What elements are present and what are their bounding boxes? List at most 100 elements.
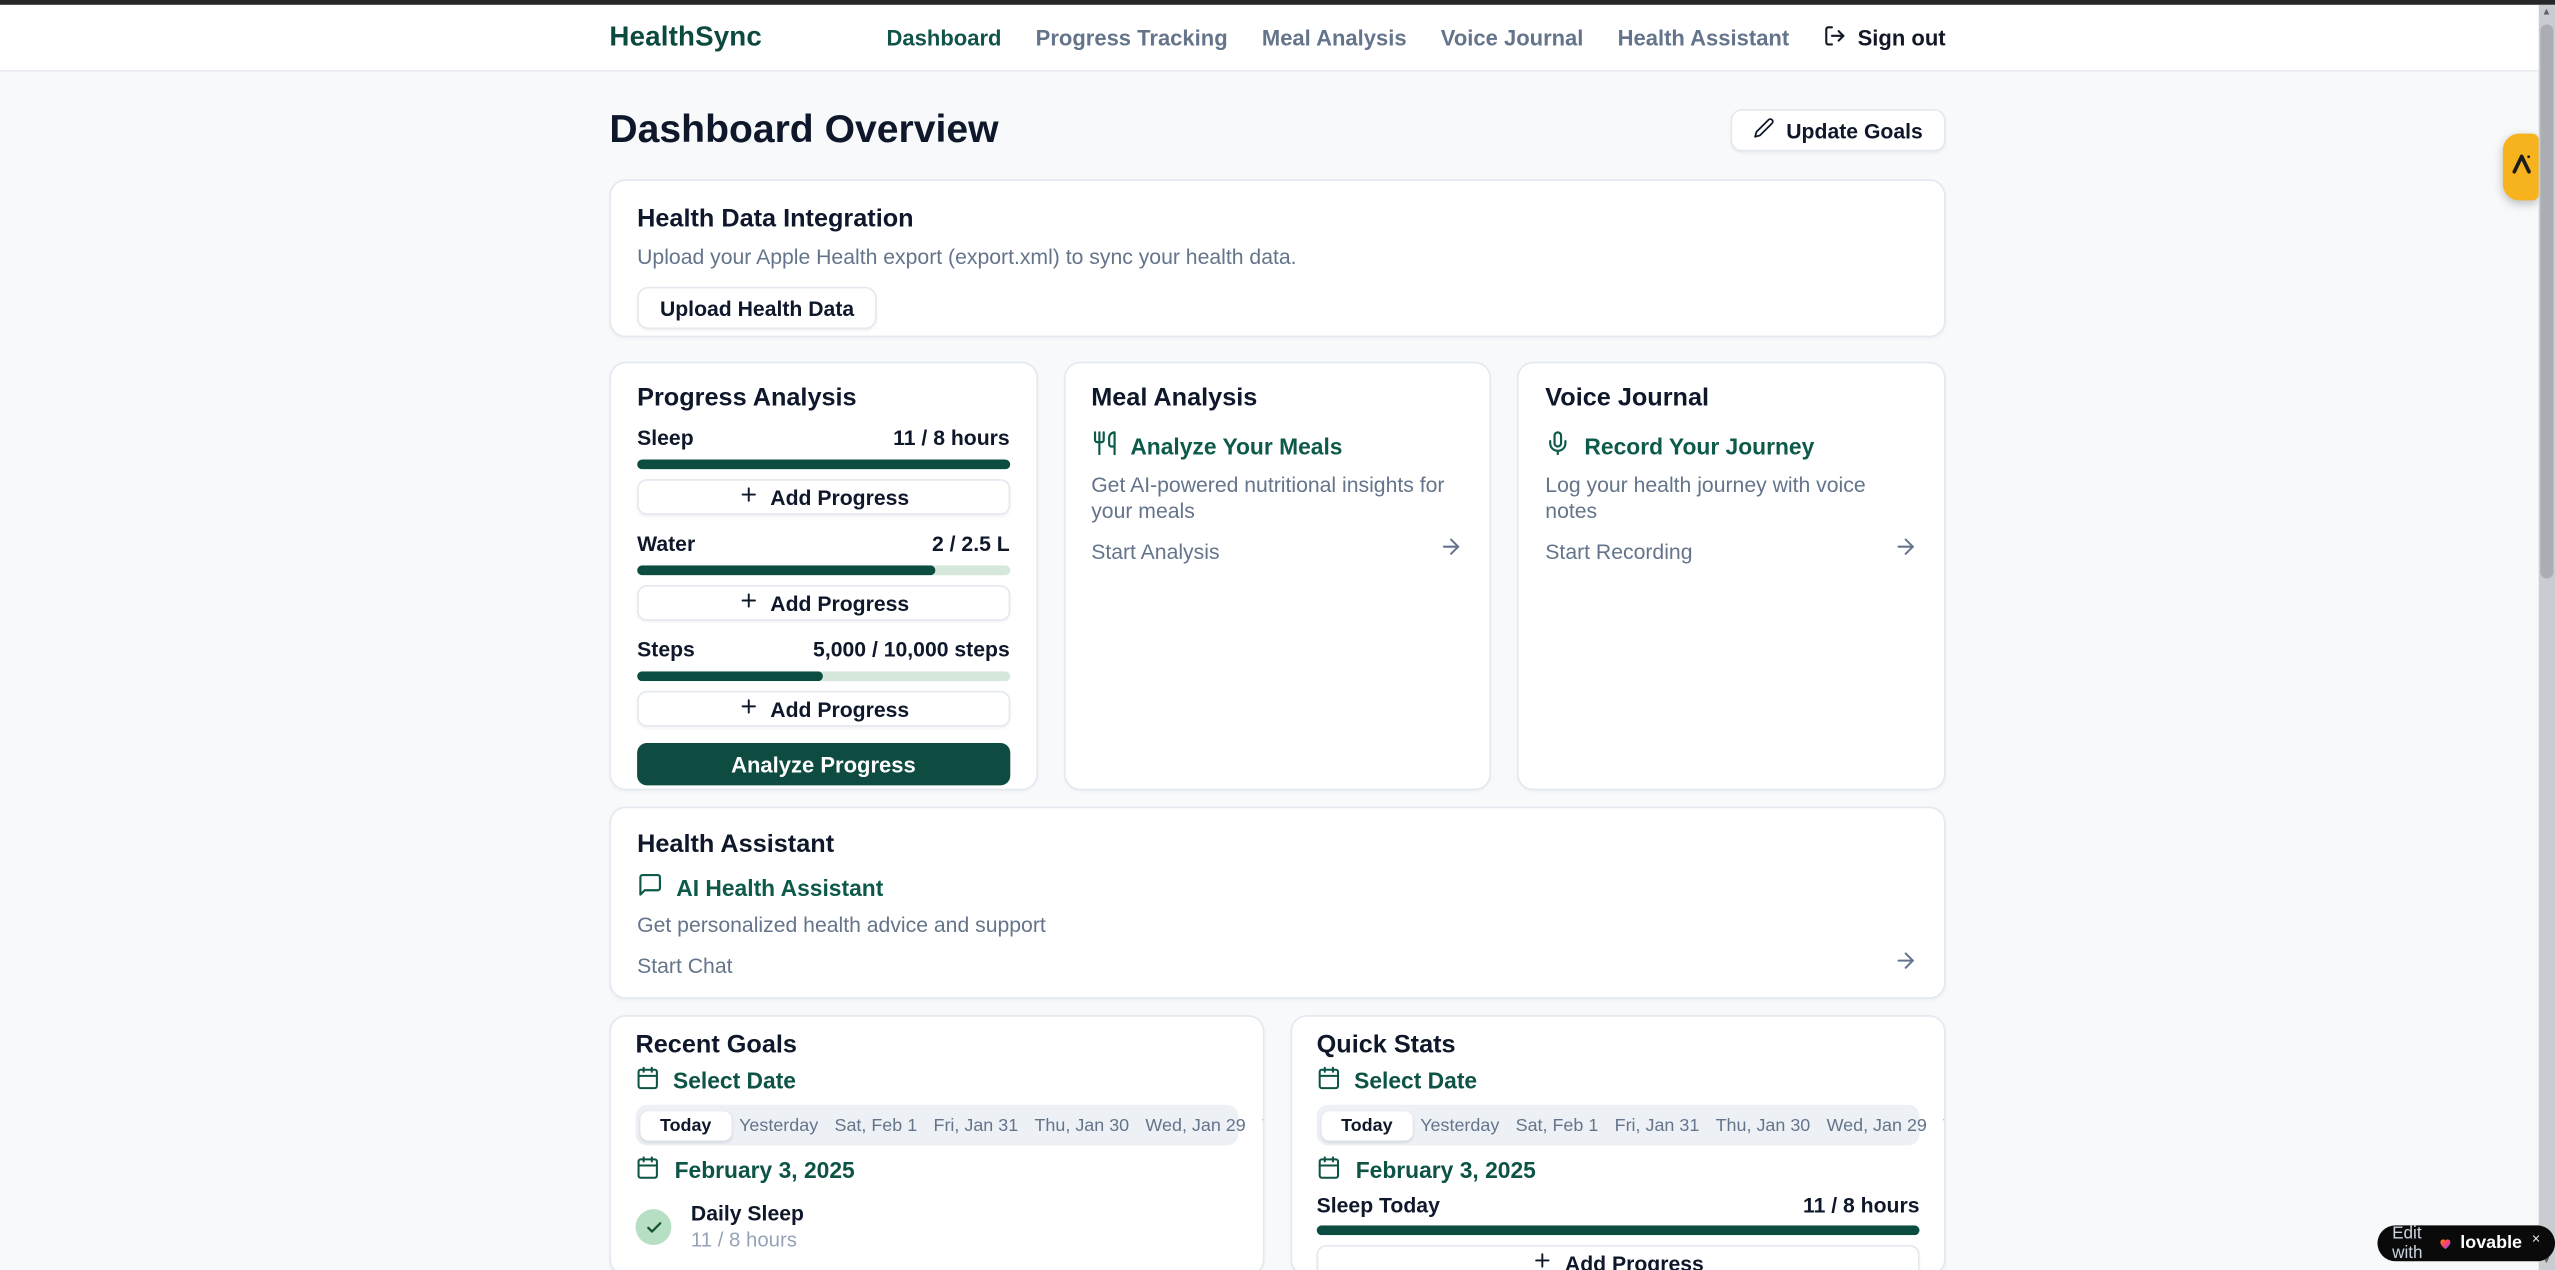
- card-description: Get AI-powered nutritional insights for …: [1091, 473, 1464, 525]
- nav-progress-tracking[interactable]: Progress Tracking: [1036, 25, 1228, 49]
- card-title: Health Assistant: [637, 829, 1918, 860]
- goal-value: 11 / 8 hours: [691, 1229, 804, 1253]
- edit-with-lovable-badge[interactable]: Edit with lovable ×: [2377, 1225, 2555, 1261]
- start-analysis-action[interactable]: Start Analysis: [1091, 534, 1464, 567]
- utensils-icon: [1091, 430, 1117, 461]
- calendar-icon: [1317, 1155, 1341, 1184]
- tracker-value: 11 / 8 hours: [893, 425, 1010, 451]
- nav-meal-analysis[interactable]: Meal Analysis: [1262, 25, 1407, 49]
- start-recording-action[interactable]: Start Recording: [1545, 534, 1918, 567]
- sleep-tracker-header: Sleep 11 / 8 hours: [637, 425, 1010, 451]
- scroll-up-arrow[interactable]: ▲: [2538, 5, 2555, 21]
- plus-icon: [1532, 1250, 1553, 1270]
- tab-fri-jan-31[interactable]: Fri, Jan 31: [925, 1111, 1026, 1140]
- add-steps-progress-button[interactable]: Add Progress: [637, 691, 1010, 727]
- health-assistant-card: Health Assistant AI Health Assistant Get…: [609, 807, 1945, 999]
- tab-thu-jan-30[interactable]: Thu, Jan 30: [1026, 1111, 1137, 1140]
- stat-label: Sleep Today: [1317, 1193, 1440, 1219]
- water-tracker-header: Water 2 / 2.5 L: [637, 531, 1010, 557]
- card-title: Recent Goals: [636, 1030, 1239, 1061]
- analyze-progress-button[interactable]: Analyze Progress: [637, 743, 1010, 785]
- lovable-glyph-icon: [2509, 151, 2533, 184]
- card-description: Get personalized health advice and suppo…: [637, 913, 1918, 939]
- recent-goals-card: Recent Goals Select Date Today Yesterday…: [609, 1015, 1264, 1270]
- arrow-right-icon: [1893, 948, 1917, 981]
- close-icon[interactable]: ×: [2532, 1230, 2541, 1246]
- tracker-label: Sleep: [637, 425, 694, 451]
- scrollbar-thumb[interactable]: [2540, 24, 2554, 578]
- water-progress-bar: [637, 565, 1010, 575]
- tab-sat-feb-1[interactable]: Sat, Feb 1: [826, 1111, 925, 1140]
- tracker-value: 5,000 / 10,000 steps: [813, 637, 1010, 663]
- analyze-your-meals-link[interactable]: Analyze Your Meals: [1091, 430, 1464, 461]
- card-title: Progress Analysis: [637, 383, 1010, 414]
- sign-out-button[interactable]: Sign out: [1823, 24, 1945, 52]
- nav-dashboard[interactable]: Dashboard: [887, 25, 1002, 49]
- add-sleep-progress-button[interactable]: Add Progress: [637, 479, 1010, 515]
- add-water-progress-button[interactable]: Add Progress: [637, 585, 1010, 621]
- tab-yesterday[interactable]: Yesterday: [731, 1111, 826, 1140]
- record-your-journey-link[interactable]: Record Your Journey: [1545, 430, 1918, 461]
- voice-journal-card: Voice Journal Record Your Journey Log yo…: [1518, 362, 1946, 791]
- progress-analysis-card: Progress Analysis Sleep 11 / 8 hours Add…: [609, 362, 1037, 791]
- card-title: Voice Journal: [1545, 383, 1918, 414]
- app-logo: HealthSync: [609, 21, 762, 54]
- card-description: Log your health journey with voice notes: [1545, 473, 1918, 525]
- nav-voice-journal[interactable]: Voice Journal: [1441, 25, 1584, 49]
- health-data-integration-card: Health Data Integration Upload your Appl…: [609, 179, 1945, 337]
- healthsync-app: HealthSync Dashboard Progress Tracking M…: [0, 0, 2555, 1270]
- chat-bubble-icon: [637, 872, 663, 903]
- plus-icon: [738, 696, 759, 722]
- main-nav: Dashboard Progress Tracking Meal Analysi…: [887, 24, 1946, 52]
- log-out-icon: [1823, 24, 1846, 52]
- microphone-icon: [1545, 430, 1571, 461]
- arrow-right-icon: [1439, 534, 1463, 567]
- update-goals-button[interactable]: Update Goals: [1731, 109, 1946, 151]
- sleep-today-header: Sleep Today 11 / 8 hours: [1317, 1193, 1920, 1219]
- select-date-button[interactable]: Select Date: [636, 1066, 1239, 1095]
- steps-progress-fill: [637, 671, 823, 681]
- card-description: Upload your Apple Health export (export.…: [637, 244, 1918, 270]
- steps-progress-bar: [637, 671, 1010, 681]
- card-title: Meal Analysis: [1091, 383, 1464, 414]
- tab-sat-feb-1[interactable]: Sat, Feb 1: [1507, 1111, 1606, 1140]
- quick-stats-card: Quick Stats Select Date Today Yesterday …: [1291, 1015, 1946, 1270]
- date-tabs: Today Yesterday Sat, Feb 1 Fri, Jan 31 T…: [1317, 1105, 1920, 1146]
- nav-health-assistant[interactable]: Health Assistant: [1618, 25, 1790, 49]
- tab-thu-jan-30[interactable]: Thu, Jan 30: [1707, 1111, 1818, 1140]
- tab-today[interactable]: Today: [640, 1111, 731, 1140]
- start-chat-action[interactable]: Start Chat: [637, 948, 1918, 981]
- tab-tue-jan-28[interactable]: Tue, Jan 28: [1254, 1111, 1265, 1140]
- calendar-icon: [636, 1155, 660, 1184]
- selected-date: February 3, 2025: [1317, 1155, 1920, 1184]
- tab-today[interactable]: Today: [1322, 1111, 1413, 1140]
- vertical-scrollbar[interactable]: ▲ ▼: [2538, 5, 2555, 1270]
- tab-yesterday[interactable]: Yesterday: [1412, 1111, 1507, 1140]
- page-title: Dashboard Overview: [609, 108, 998, 154]
- plus-icon: [738, 484, 759, 510]
- steps-tracker-header: Steps 5,000 / 10,000 steps: [637, 637, 1010, 663]
- pencil-icon: [1754, 117, 1775, 143]
- tracker-label: Water: [637, 531, 695, 557]
- tab-wed-jan-29[interactable]: Wed, Jan 29: [1818, 1111, 1935, 1140]
- arrow-right-icon: [1893, 534, 1917, 567]
- lovable-editor-toggle-button[interactable]: [2503, 134, 2539, 201]
- upload-health-data-button[interactable]: Upload Health Data: [637, 287, 877, 329]
- sleep-progress-fill: [637, 460, 1010, 470]
- check-circle-icon: [636, 1209, 672, 1245]
- plus-icon: [738, 590, 759, 616]
- tab-fri-jan-31[interactable]: Fri, Jan 31: [1606, 1111, 1707, 1140]
- select-date-button[interactable]: Select Date: [1317, 1066, 1920, 1095]
- meal-analysis-card: Meal Analysis Analyze Your Meals Get AI-…: [1064, 362, 1492, 791]
- sleep-today-progress-fill: [1317, 1225, 1920, 1235]
- tab-tue-jan-28[interactable]: Tue, Jan 28: [1935, 1111, 1946, 1140]
- date-tabs: Today Yesterday Sat, Feb 1 Fri, Jan 31 T…: [636, 1105, 1239, 1146]
- calendar-icon: [636, 1066, 660, 1095]
- sleep-progress-bar: [637, 460, 1010, 470]
- calendar-icon: [1317, 1066, 1341, 1095]
- ai-health-assistant-link[interactable]: AI Health Assistant: [637, 872, 1918, 903]
- add-progress-button[interactable]: Add Progress: [1317, 1245, 1920, 1270]
- card-title: Health Data Integration: [637, 204, 1918, 235]
- tracker-label: Steps: [637, 637, 695, 663]
- tab-wed-jan-29[interactable]: Wed, Jan 29: [1137, 1111, 1254, 1140]
